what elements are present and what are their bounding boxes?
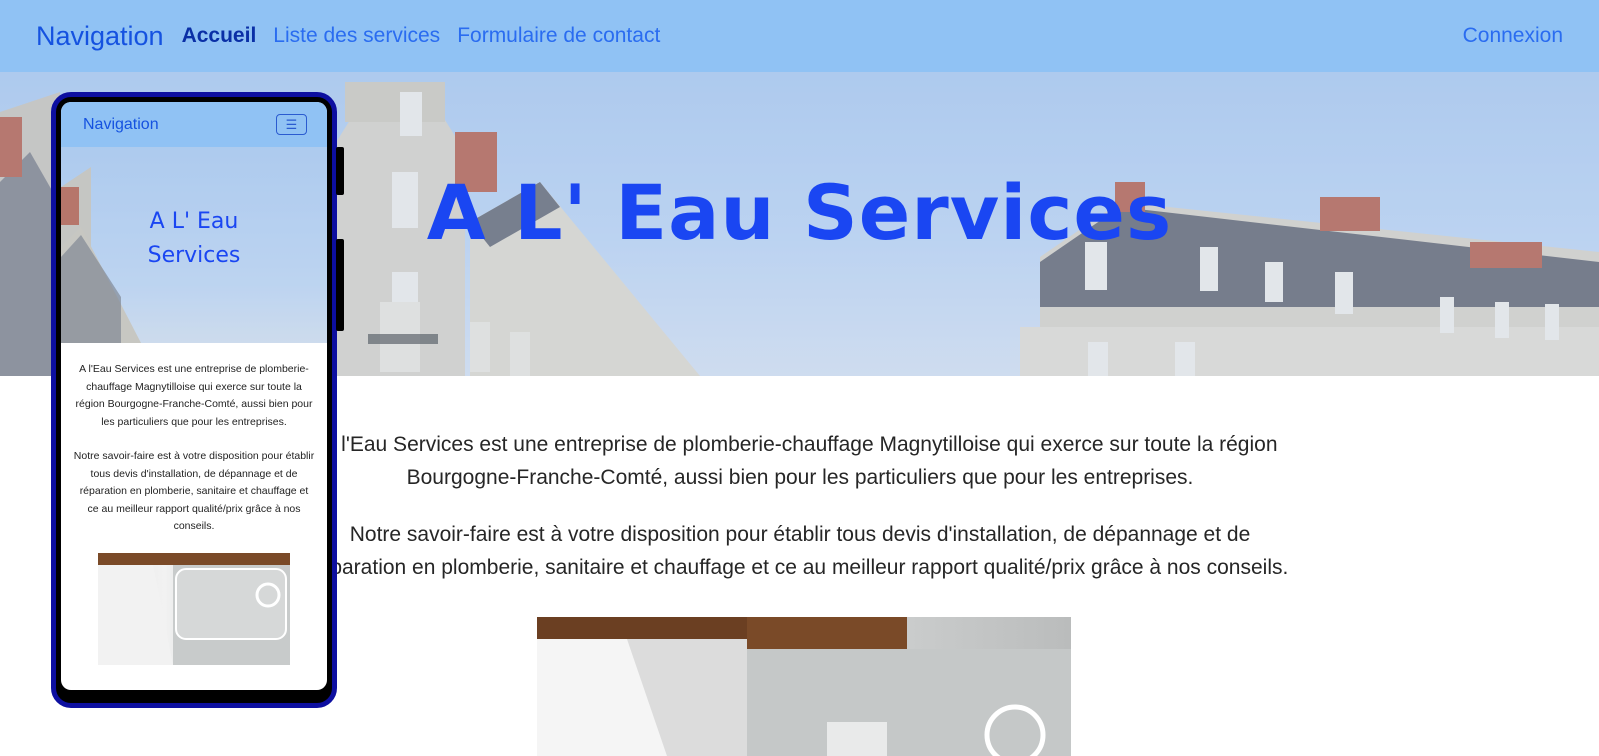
- mobile-navbar-brand[interactable]: Navigation: [83, 116, 159, 134]
- nav-link-services[interactable]: Liste des services: [273, 24, 440, 48]
- phone-volume-button: [336, 239, 344, 331]
- mobile-hero-title-line-2: Services: [147, 243, 241, 268]
- login-link[interactable]: Connexion: [1463, 24, 1563, 48]
- mobile-intro-paragraph-2: Notre savoir-faire est à votre dispositi…: [73, 450, 315, 532]
- hamburger-icon[interactable]: ☰: [276, 114, 307, 135]
- mobile-bathroom-photo-art: [98, 552, 290, 665]
- intro-paragraph-1: A l'Eau Services est une entreprise de p…: [322, 433, 1278, 489]
- intro-section: A l'Eau Services est une entreprise de p…: [300, 428, 1300, 608]
- nav-link-accueil[interactable]: Accueil: [182, 24, 257, 48]
- phone-screen: Navigation ☰ A L' Eau Services A l'Eau S…: [61, 102, 327, 690]
- mobile-navbar: Navigation ☰: [61, 102, 327, 147]
- bathroom-photo-art: [537, 617, 1071, 756]
- mobile-preview-phone: Navigation ☰ A L' Eau Services A l'Eau S…: [51, 92, 344, 708]
- mobile-intro-section: A l'Eau Services est une entreprise de p…: [61, 343, 327, 536]
- mobile-hero-title: A L' Eau Services: [61, 205, 327, 273]
- mobile-bathroom-photo: [98, 552, 290, 665]
- mobile-hero-banner: A L' Eau Services: [61, 147, 327, 343]
- intro-paragraph-2: Notre savoir-faire est à votre dispositi…: [311, 523, 1289, 579]
- phone-side-button: [336, 147, 344, 195]
- bathroom-photo: [537, 617, 1071, 756]
- top-navbar: Navigation Accueil Liste des services Fo…: [0, 0, 1599, 72]
- nav-link-contact[interactable]: Formulaire de contact: [457, 24, 660, 48]
- navbar-brand[interactable]: Navigation: [36, 21, 164, 52]
- mobile-hero-title-line-1: A L' Eau: [149, 209, 239, 234]
- mobile-intro-paragraph-1: A l'Eau Services est une entreprise de p…: [75, 363, 313, 428]
